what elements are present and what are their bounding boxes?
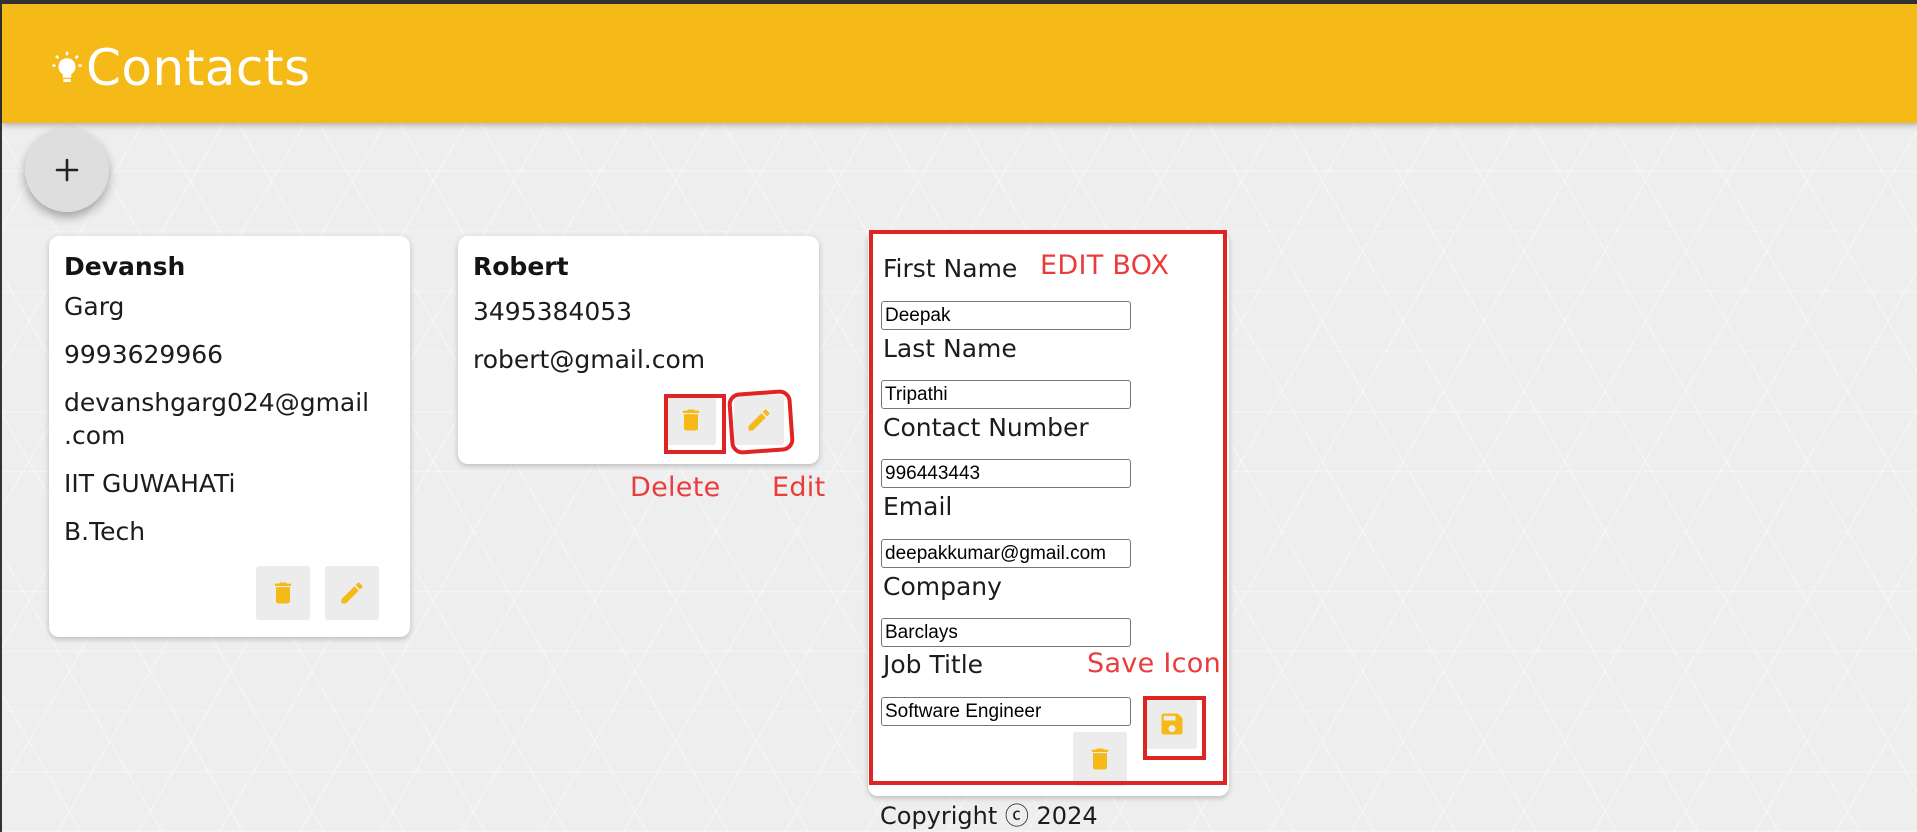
trash-icon bbox=[274, 582, 292, 604]
app-header: Contacts bbox=[2, 4, 1917, 123]
contact-company: IIT GUWAHATi bbox=[64, 469, 236, 498]
edit-annotation: Edit bbox=[772, 472, 826, 503]
contact-name: Devansh bbox=[64, 252, 186, 281]
edit-highlight bbox=[726, 388, 796, 456]
plus-icon bbox=[55, 158, 79, 182]
contact-phone: 3495384053 bbox=[473, 297, 633, 326]
contact-email-continued: .com bbox=[64, 421, 126, 450]
pencil-icon bbox=[341, 582, 363, 604]
brand: Contacts bbox=[52, 40, 311, 96]
edit-button[interactable] bbox=[325, 566, 379, 620]
edit-box-annotation: EDIT BOX bbox=[1040, 250, 1170, 281]
save-icon-annotation: Save Icon bbox=[1087, 648, 1221, 679]
contact-email: robert@gmail.com bbox=[473, 345, 706, 374]
contact-email: devanshgarg024@gmail bbox=[64, 388, 370, 417]
save-icon-highlight bbox=[1143, 696, 1206, 760]
lightbulb-icon bbox=[52, 51, 82, 82]
contact-last-name: Garg bbox=[64, 292, 125, 321]
footer-copyright: Copyright ⓒ 2024 bbox=[880, 802, 1098, 830]
contact-phone: 9993629966 bbox=[64, 340, 224, 369]
delete-annotation: Delete bbox=[630, 472, 721, 503]
delete-highlight bbox=[664, 394, 726, 454]
contact-name: Robert bbox=[473, 252, 569, 281]
add-contact-button[interactable] bbox=[25, 128, 109, 212]
delete-button[interactable] bbox=[256, 566, 310, 620]
app-title: Contacts bbox=[86, 39, 311, 97]
contact-job-title: B.Tech bbox=[64, 517, 146, 546]
contact-card: Devansh Garg 9993629966 devanshgarg024@g… bbox=[49, 236, 410, 637]
